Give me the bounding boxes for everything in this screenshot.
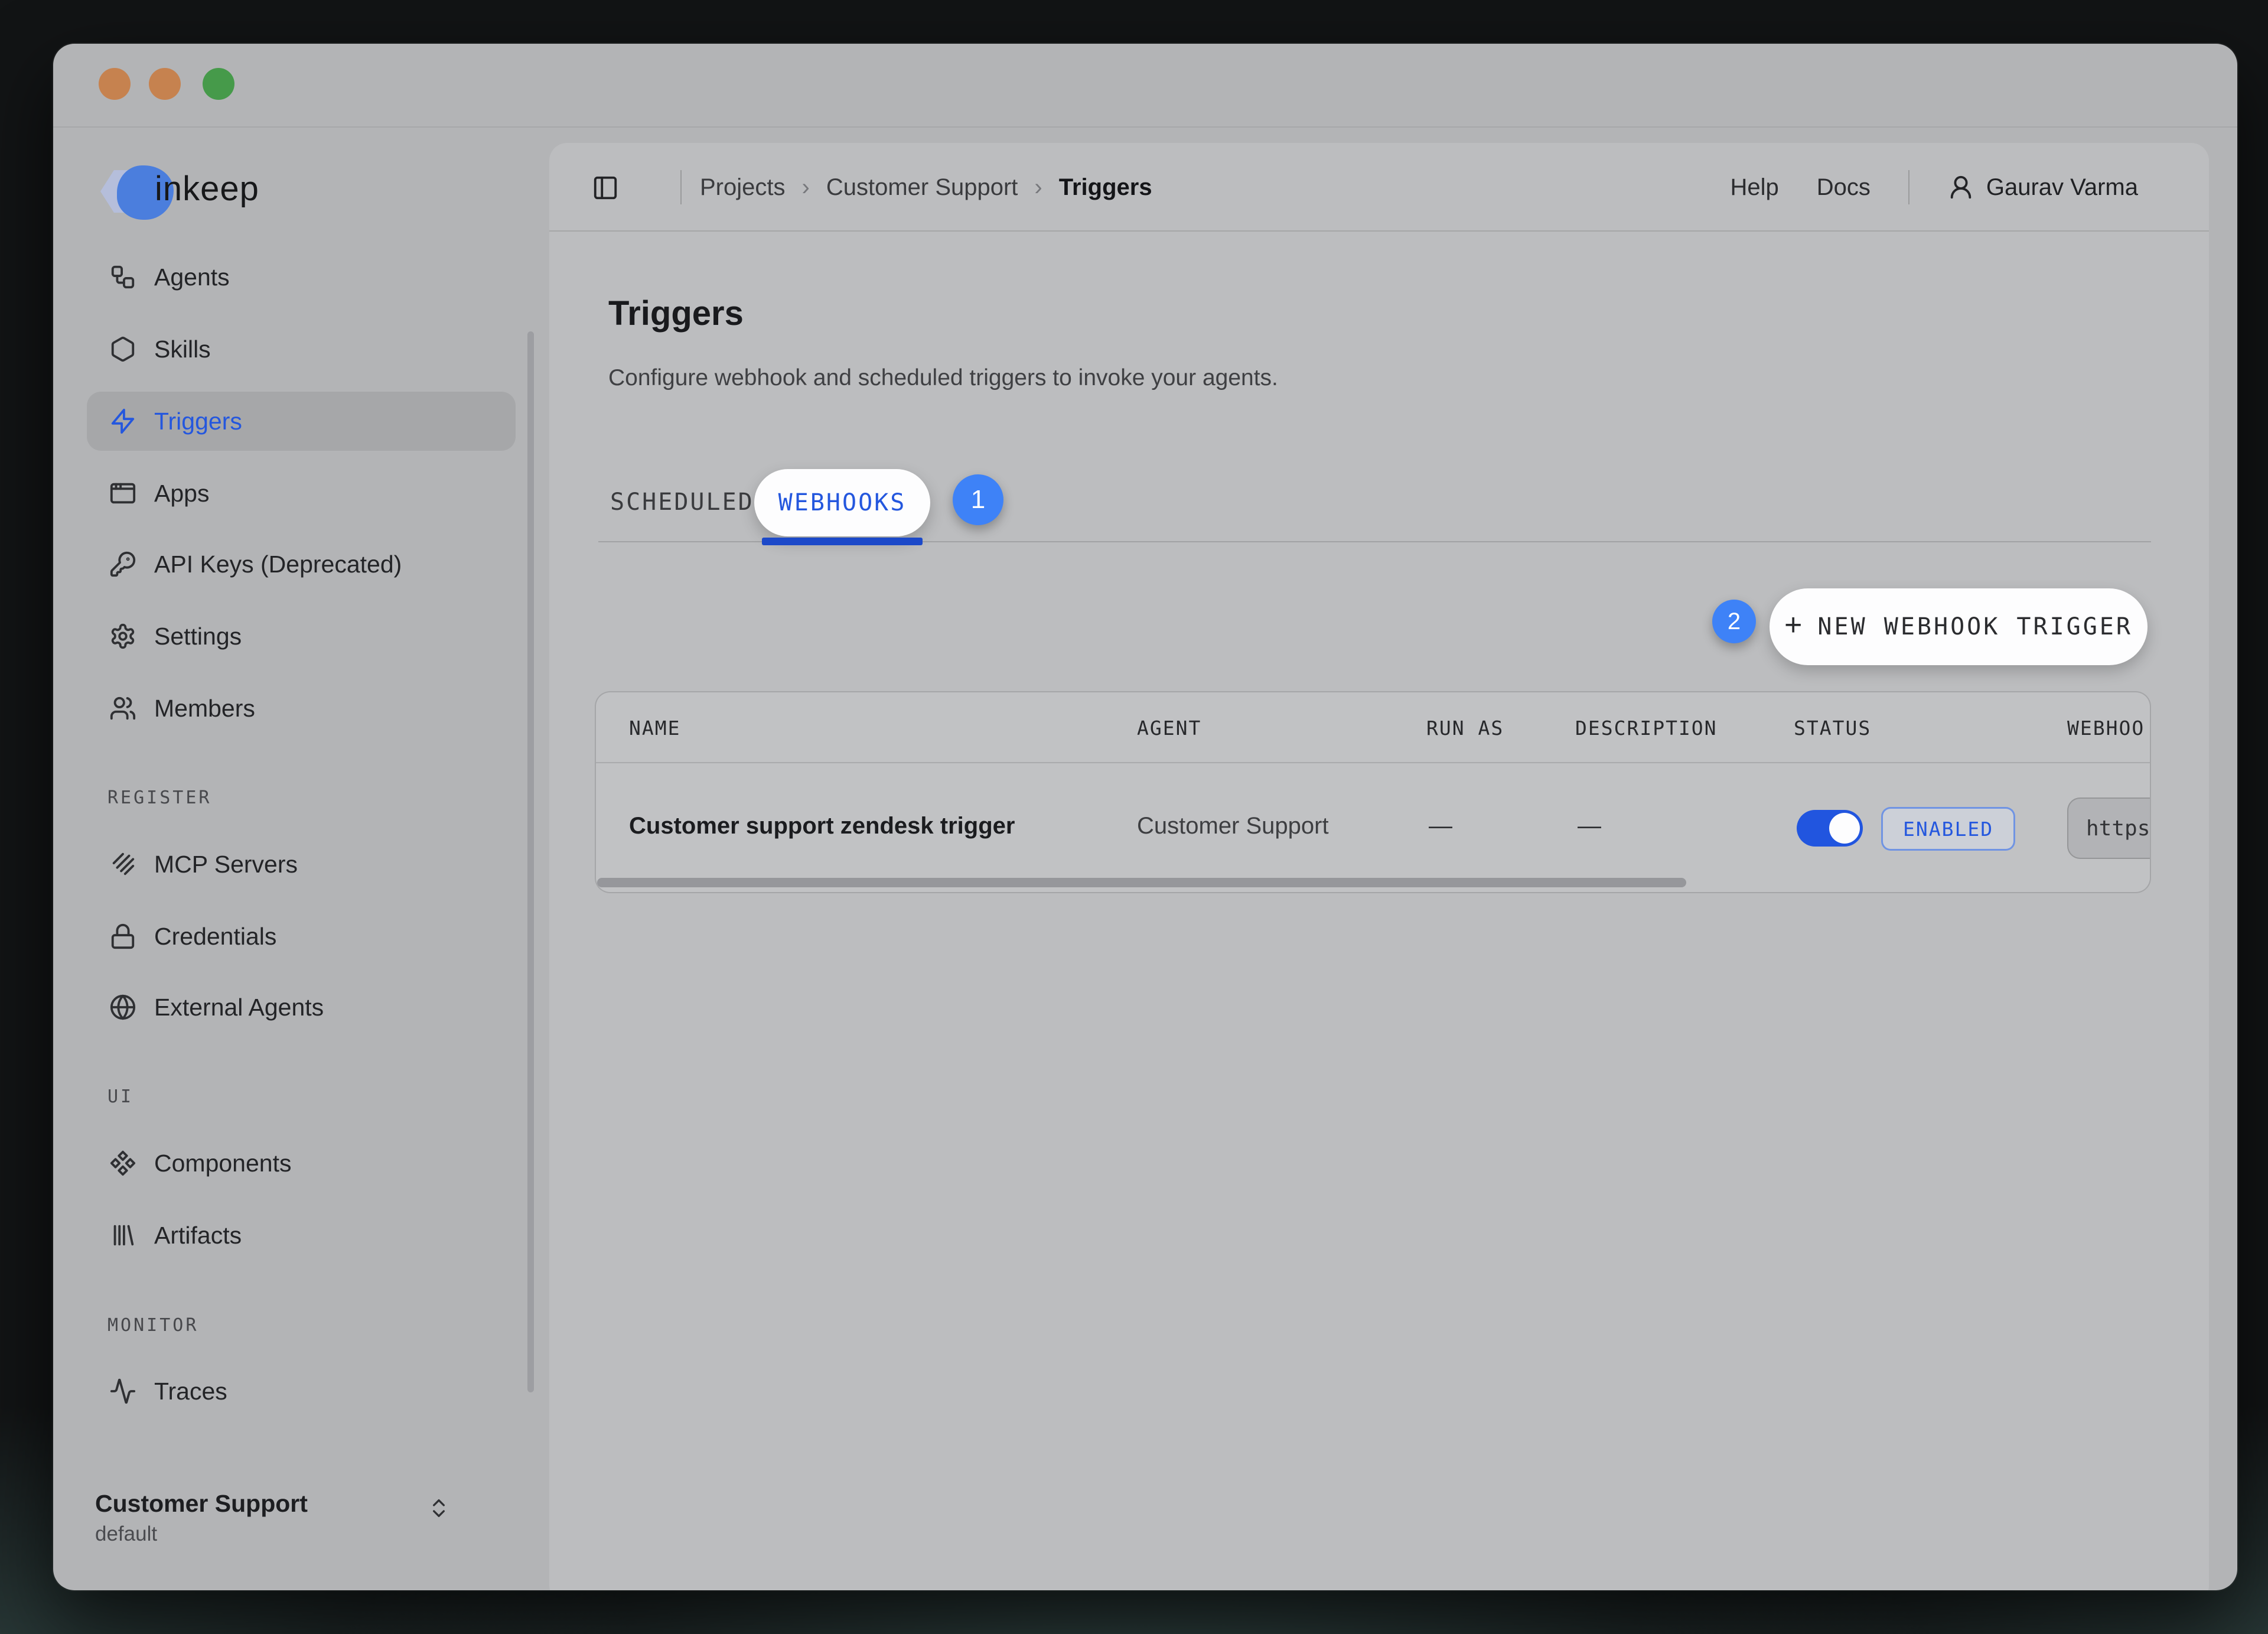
activity-icon	[109, 1378, 136, 1405]
sidebar-item-artifacts[interactable]: Artifacts	[87, 1206, 516, 1265]
panel-left-icon	[592, 174, 619, 201]
status-badge: ENABLED	[1881, 807, 2015, 851]
sidebar-section-ui: UI	[107, 1086, 133, 1110]
breadcrumb-separator: ›	[802, 174, 810, 201]
sidebar: inkeep Agents Skills Triggers Apps API K…	[53, 44, 549, 1590]
user-menu[interactable]: Gaurav Varma	[1947, 174, 2138, 201]
sidebar-toggle-button[interactable]	[592, 174, 619, 201]
topbar-right: Help Docs Gaurav Varma	[1730, 143, 2138, 232]
lock-icon	[109, 923, 136, 950]
breadcrumb-projects[interactable]: Projects	[700, 174, 786, 201]
new-webhook-trigger-button[interactable]: + NEW WEBHOOK TRIGGER	[1770, 588, 2148, 665]
workspace-switcher[interactable]: Customer Support default	[87, 1476, 516, 1559]
sidebar-item-triggers[interactable]: Triggers	[87, 392, 516, 451]
main-panel: Projects › Customer Support › Triggers H…	[549, 143, 2209, 1590]
sidebar-item-label: Credentials	[154, 923, 276, 951]
app-window-icon	[109, 480, 136, 507]
sidebar-item-skills[interactable]: Skills	[87, 320, 516, 379]
trigger-run-as-cell: —	[1429, 813, 1452, 839]
docs-link[interactable]: Docs	[1817, 174, 1871, 201]
sidebar-item-label: Triggers	[154, 408, 242, 435]
inkeep-logo-text: inkeep	[155, 169, 259, 209]
annotation-badge-2: 2	[1712, 600, 1756, 643]
toggle-knob	[1829, 813, 1860, 844]
page-title: Triggers	[608, 294, 744, 333]
plus-icon: +	[1784, 610, 1802, 640]
active-tab-underline	[762, 538, 923, 545]
components-icon	[109, 1150, 136, 1177]
sidebar-section-monitor: MONITOR	[107, 1315, 198, 1339]
horizontal-scrollbar[interactable]	[597, 878, 1686, 887]
key-icon	[109, 551, 136, 578]
new-webhook-trigger-label: NEW WEBHOOK TRIGGER	[1817, 613, 2133, 640]
sidebar-item-components[interactable]: Components	[87, 1134, 516, 1193]
workspace-environment: default	[95, 1522, 308, 1546]
sidebar-item-api-keys[interactable]: API Keys (Deprecated)	[87, 535, 516, 594]
table-header-divider	[596, 762, 2150, 763]
trigger-agent-cell: Customer Support	[1137, 813, 1329, 839]
sidebar-item-label: Artifacts	[154, 1222, 242, 1249]
sidebar-item-apps[interactable]: Apps	[87, 464, 516, 523]
topbar-divider	[680, 170, 682, 204]
topbar: Projects › Customer Support › Triggers H…	[549, 143, 2209, 232]
sidebar-item-label: Traces	[154, 1378, 227, 1405]
sidebar-item-agents[interactable]: Agents	[87, 248, 516, 307]
sidebar-item-label: Settings	[154, 623, 242, 650]
sidebar-item-label: Skills	[154, 336, 211, 363]
trigger-name-cell: Customer support zendesk trigger	[629, 813, 1015, 839]
sidebar-item-label: API Keys (Deprecated)	[154, 551, 402, 578]
tab-scheduled[interactable]: SCHEDULED	[610, 487, 754, 517]
users-icon	[109, 695, 136, 722]
webhook-url-chip[interactable]: https	[2067, 798, 2151, 859]
trigger-description-cell: —	[1578, 813, 1601, 839]
workflow-icon	[109, 263, 136, 291]
sidebar-item-members[interactable]: Members	[87, 679, 516, 738]
breadcrumb-customer-support[interactable]: Customer Support	[826, 174, 1018, 201]
sidebar-item-label: Members	[154, 695, 255, 722]
topbar-user-divider	[1908, 170, 1909, 204]
sidebar-item-label: Components	[154, 1150, 291, 1177]
sidebar-item-external-agents[interactable]: External Agents	[87, 978, 516, 1037]
page-subtitle: Configure webhook and scheduled triggers…	[608, 365, 1278, 391]
breadcrumb-separator: ›	[1034, 174, 1042, 201]
column-header-status: STATUS	[1794, 715, 1871, 741]
sidebar-item-label: Apps	[154, 480, 209, 507]
column-header-agent: AGENT	[1137, 715, 1201, 741]
help-link[interactable]: Help	[1730, 174, 1778, 201]
hexagon-icon	[109, 336, 136, 363]
sidebar-scrollbar[interactable]	[527, 331, 534, 1392]
app-window: inkeep Agents Skills Triggers Apps API K…	[53, 44, 2237, 1590]
status-toggle[interactable]	[1797, 810, 1863, 847]
column-header-name: NAME	[629, 715, 680, 741]
mcp-icon	[109, 851, 136, 878]
user-icon	[1947, 174, 1974, 201]
sidebar-item-mcp-servers[interactable]: MCP Servers	[87, 835, 516, 894]
sidebar-item-credentials[interactable]: Credentials	[87, 907, 516, 966]
annotation-badge-1: 1	[953, 474, 1003, 525]
tab-webhooks[interactable]: WEBHOOKS	[754, 469, 930, 536]
chevrons-up-down-icon	[427, 1496, 451, 1523]
gear-icon	[109, 623, 136, 650]
triggers-table: NAME AGENT RUN AS DESCRIPTION STATUS WEB…	[595, 691, 2151, 893]
globe-icon	[109, 994, 136, 1021]
sidebar-item-traces[interactable]: Traces	[87, 1362, 516, 1421]
workspace-name: Customer Support	[95, 1490, 308, 1518]
sidebar-item-settings[interactable]: Settings	[87, 607, 516, 666]
artifacts-icon	[109, 1222, 136, 1249]
column-header-description: DESCRIPTION	[1575, 715, 1718, 741]
sidebar-item-label: Agents	[154, 263, 230, 291]
breadcrumb-current: Triggers	[1059, 174, 1152, 201]
breadcrumb: Projects › Customer Support › Triggers	[700, 143, 1152, 232]
zap-icon	[109, 408, 136, 435]
sidebar-item-label: External Agents	[154, 994, 324, 1021]
column-header-run-as: RUN AS	[1426, 715, 1504, 741]
sidebar-item-label: MCP Servers	[154, 851, 298, 878]
column-header-webhook-url: WEBHOO	[2067, 715, 2145, 741]
user-name: Gaurav Varma	[1986, 174, 2138, 201]
sidebar-section-register: REGISTER	[107, 787, 212, 811]
